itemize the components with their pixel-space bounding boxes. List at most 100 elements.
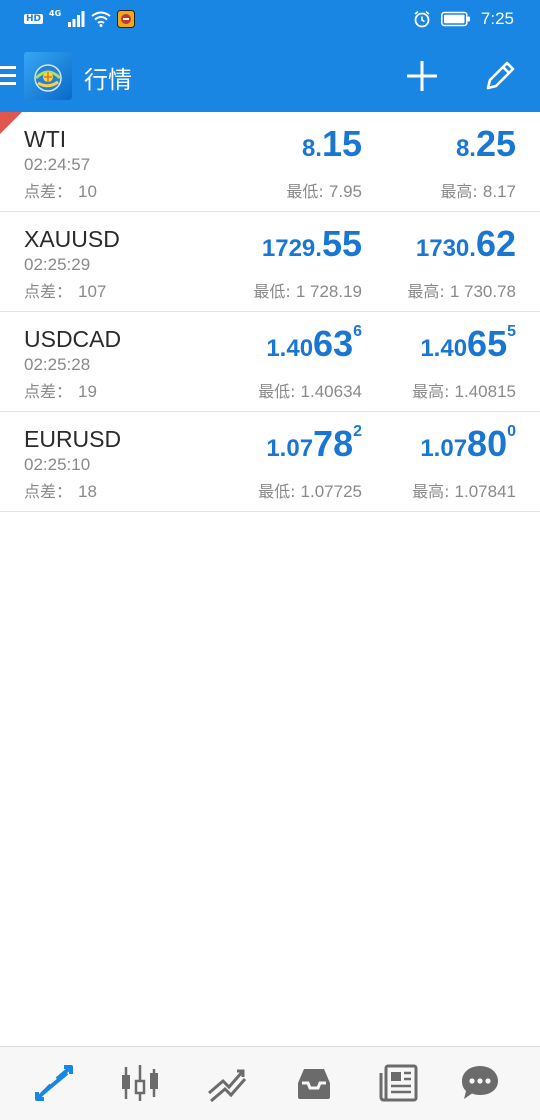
chat-icon <box>462 1066 498 1099</box>
nav-quotes[interactable] <box>33 1063 77 1103</box>
quote-time: 02:25:29 <box>24 255 91 274</box>
news-icon <box>379 1064 418 1102</box>
app-notification-icon <box>117 10 136 28</box>
hd-badge: HD <box>24 14 44 24</box>
quotes-icon <box>35 1065 73 1101</box>
history-inbox-icon <box>298 1069 330 1099</box>
low-label: 最低: <box>253 282 296 301</box>
quote-row[interactable]: USDCAD 02:25:28 点差： 19 1.40636 1.40655 最低… <box>0 312 540 412</box>
wifi-icon <box>91 11 111 27</box>
quote-time: 02:25:10 <box>24 455 91 474</box>
high-value: 1 730.78 <box>449 282 516 301</box>
bid-price: 1.07782 <box>266 423 362 464</box>
bid-price: 8.15 <box>302 126 362 162</box>
spread-label: 点差： <box>24 482 73 501</box>
low-value: 1.40634 <box>300 382 362 401</box>
bid-price-small: 1.07 <box>266 435 314 462</box>
spread-value: 19 <box>78 382 97 401</box>
ask-price-big: 25 <box>475 123 516 164</box>
ask-price: 8.25 <box>456 126 516 162</box>
spread-value: 18 <box>78 482 97 501</box>
bid-price-big: 78 <box>313 423 354 464</box>
ask-price-sup: 5 <box>507 323 516 340</box>
low-price: 最低: 1 728.19 <box>253 278 362 302</box>
bid-price-small: 8. <box>301 135 322 162</box>
spread: 点差： 19 <box>24 378 97 402</box>
bid-price-small: 1.40 <box>266 335 314 362</box>
status-left: HD 4G <box>24 8 136 28</box>
ask-price-small: 1730. <box>415 235 476 262</box>
chart-candles-icon <box>122 1065 158 1101</box>
quote-row[interactable]: XAUUSD 02:25:29 点差： 107 1729.55 1730.62 最… <box>0 212 540 312</box>
high-value: 1.40815 <box>454 382 516 401</box>
signal-icon <box>68 11 85 27</box>
status-right: 7:25 <box>413 9 514 29</box>
add-icon <box>407 61 437 91</box>
low-value: 7.95 <box>328 182 362 201</box>
edit-icon <box>486 61 515 90</box>
spread-value: 107 <box>78 282 107 301</box>
ask-price-small: 1.07 <box>420 435 468 462</box>
status-bar: HD 4G 7:25 <box>0 0 540 40</box>
add-symbol-button[interactable] <box>404 58 440 94</box>
quote-time: 02:25:28 <box>24 355 91 374</box>
quote-row[interactable]: WTI 02:24:57 点差： 10 8.15 8.25 最低: 7.95 最高… <box>0 112 540 212</box>
ask-price-small: 8. <box>455 135 476 162</box>
high-price: 最高: 1 730.78 <box>407 278 516 302</box>
bid-price: 1.40636 <box>266 323 362 362</box>
high-label: 最高: <box>440 182 483 201</box>
high-price: 最高: 1.40815 <box>412 378 516 402</box>
high-price: 最高: 8.17 <box>440 178 516 202</box>
low-price: 最低: 1.40634 <box>258 378 362 402</box>
low-label: 最低: <box>286 182 329 201</box>
corner-marker <box>0 112 22 134</box>
ask-price: 1.40655 <box>420 323 516 362</box>
metatrader-logo[interactable] <box>24 52 72 100</box>
high-value: 1.07841 <box>454 482 516 501</box>
spread: 点差： 18 <box>24 478 97 502</box>
nav-chat[interactable] <box>458 1063 502 1103</box>
spread: 点差： 107 <box>24 278 106 302</box>
nav-history[interactable] <box>292 1063 336 1103</box>
page-title: 行情 <box>84 66 132 94</box>
logo-graphic <box>34 64 62 92</box>
ask-price: 1.07800 <box>420 423 516 464</box>
nav-chart[interactable] <box>118 1063 162 1103</box>
edit-button[interactable] <box>482 58 518 94</box>
symbol-name: EURUSD <box>24 426 122 452</box>
network-type: 4G <box>49 8 62 18</box>
ask-price-small: 1.40 <box>420 335 468 362</box>
ask-price-big: 62 <box>475 223 516 264</box>
high-value: 8.17 <box>482 182 516 201</box>
low-label: 最低: <box>258 482 301 501</box>
alarm-icon <box>414 10 430 28</box>
high-label: 最高: <box>407 282 450 301</box>
ask-price-sup: 0 <box>507 423 516 440</box>
nav-news[interactable] <box>378 1063 422 1103</box>
spread: 点差： 10 <box>24 178 97 202</box>
bid-price-sup: 6 <box>353 323 362 340</box>
high-price: 最高: 1.07841 <box>412 478 516 502</box>
symbol-name: USDCAD <box>24 326 122 352</box>
quote-row[interactable]: EURUSD 02:25:10 点差： 18 1.07782 1.07800 最低… <box>0 412 540 512</box>
low-label: 最低: <box>258 382 301 401</box>
spread-value: 10 <box>78 182 97 201</box>
bid-price-small: 1729. <box>261 235 322 262</box>
spread-label: 点差： <box>24 182 73 201</box>
bid-price-big: 15 <box>321 123 362 164</box>
quote-time: 02:24:57 <box>24 155 91 174</box>
symbol-name: WTI <box>24 126 67 152</box>
battery-icon <box>440 11 470 27</box>
bottom-nav <box>0 1046 540 1120</box>
symbol-name: XAUUSD <box>24 226 120 252</box>
low-price: 最低: 1.07725 <box>258 478 362 502</box>
bid-price-sup: 2 <box>353 423 362 440</box>
bid-price-big: 55 <box>321 223 362 264</box>
high-label: 最高: <box>412 382 455 401</box>
low-value: 1.07725 <box>300 482 362 501</box>
ask-price-big: 80 <box>467 423 508 464</box>
spread-label: 点差： <box>24 282 73 301</box>
menu-icon[interactable] <box>0 66 16 86</box>
bid-price: 1729.55 <box>262 226 362 262</box>
nav-trade[interactable] <box>205 1063 249 1103</box>
